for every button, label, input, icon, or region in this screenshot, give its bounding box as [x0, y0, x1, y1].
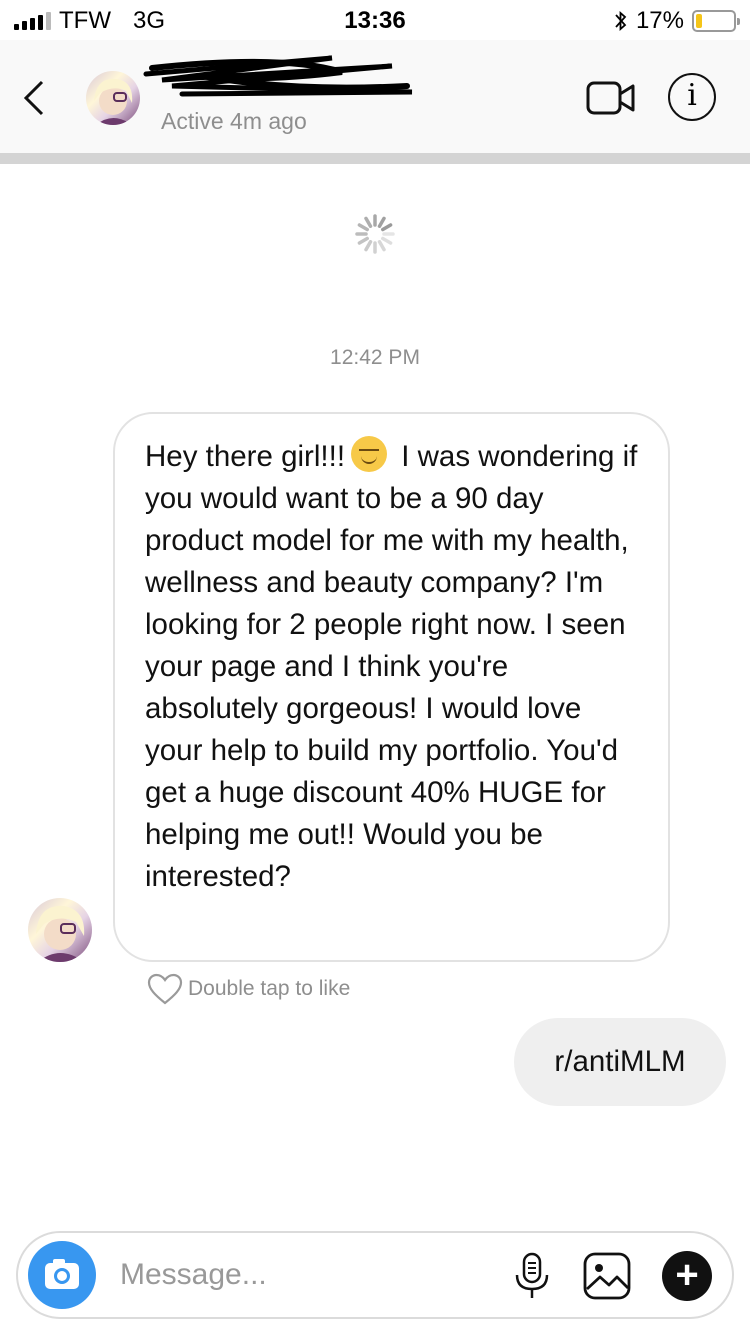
- microphone-icon: [515, 1252, 549, 1298]
- spinner-ray: [381, 236, 393, 245]
- spinner-ray: [377, 240, 386, 252]
- battery-fill: [696, 14, 702, 28]
- spinner-ray: [377, 216, 386, 228]
- sender-avatar[interactable]: [28, 898, 92, 962]
- plus-button[interactable]: +: [662, 1251, 712, 1301]
- incoming-message-text-start: Hey there girl!!!: [145, 440, 346, 473]
- info-icon: i: [687, 78, 697, 113]
- smiling-face-emoji: [351, 436, 388, 472]
- loading-spinner-icon: [354, 213, 396, 255]
- header-avatar[interactable]: [86, 71, 140, 125]
- like-hint-text: Double tap to like: [188, 977, 351, 1000]
- back-chevron-icon: [23, 80, 44, 116]
- header-divider: [0, 153, 750, 164]
- incoming-message-bubble[interactable]: Hey there girl!!! I was wondering if you…: [113, 412, 670, 962]
- like-hint[interactable]: Double tap to like: [146, 972, 350, 1006]
- spinner-ray: [357, 223, 369, 232]
- incoming-message-text: I was wondering if you would want to be …: [145, 440, 638, 893]
- bluetooth-icon: [615, 10, 627, 32]
- spinner-ray: [357, 236, 369, 245]
- camera-button[interactable]: [28, 1241, 96, 1309]
- status-right: 17%: [614, 7, 740, 35]
- spinner-ray: [364, 240, 373, 252]
- video-call-icon: [586, 81, 635, 115]
- video-call-button[interactable]: [586, 78, 636, 118]
- status-bar: TFW 3G 13:36 17%: [0, 0, 750, 40]
- outgoing-message-bubble[interactable]: r/antiMLM: [514, 1018, 726, 1106]
- gallery-icon: [583, 1252, 631, 1300]
- spinner-ray: [381, 223, 393, 232]
- message-composer: +: [16, 1231, 734, 1319]
- plus-icon: +: [675, 1253, 699, 1297]
- spinner-ray: [364, 216, 373, 228]
- battery-icon: [692, 10, 740, 32]
- camera-icon: [45, 1259, 79, 1289]
- heart-icon[interactable]: [146, 972, 184, 1006]
- back-button[interactable]: [20, 78, 50, 118]
- message-input[interactable]: [120, 1233, 480, 1317]
- outgoing-message-text: r/antiMLM: [554, 1045, 686, 1078]
- message-timestamp: 12:42 PM: [330, 346, 420, 369]
- microphone-button[interactable]: [512, 1251, 552, 1301]
- username-redaction[interactable]: [142, 52, 422, 98]
- gallery-button[interactable]: [582, 1251, 632, 1301]
- battery-percent: 17%: [635, 7, 684, 34]
- info-button[interactable]: i: [668, 73, 716, 121]
- chat-header: Active 4m ago i: [0, 40, 750, 153]
- active-status: Active 4m ago: [161, 108, 307, 134]
